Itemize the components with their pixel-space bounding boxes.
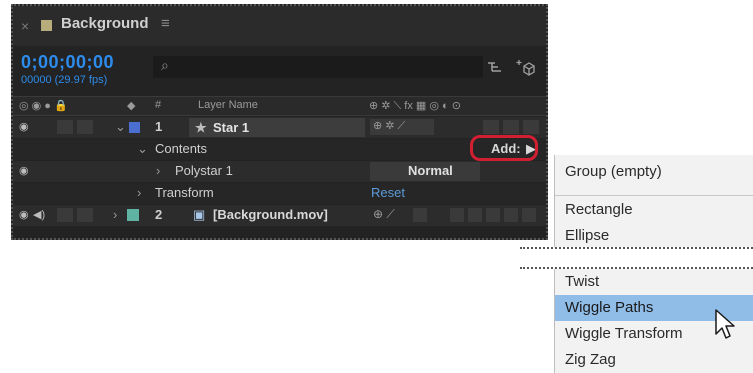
blend-mode-value: Normal (408, 163, 453, 178)
add-button-callout (470, 135, 538, 161)
menu-omission-break (520, 247, 753, 269)
lock-switch[interactable] (77, 208, 93, 222)
frame-count-display: 00000 (29.97 fps) (21, 74, 108, 86)
layer-name-column-header[interactable]: Layer Name (198, 99, 258, 111)
layer-name-field[interactable]: ★ Star 1 (189, 118, 365, 137)
footage-icon: ▣ (193, 207, 206, 222)
expand-chevron-icon[interactable]: ⌄ (137, 141, 148, 157)
menu-item-zig-zag[interactable]: Zig Zag (555, 347, 753, 373)
reset-link[interactable]: Reset (371, 185, 405, 200)
switches-header-icons[interactable]: ⊕ ✲ ⟍ fx ▦ ◎ ◐ ⊙ (369, 99, 461, 113)
switch-cell (413, 208, 427, 222)
layer-label-color[interactable] (127, 209, 139, 221)
layer-name-text[interactable]: [Background.mov] (213, 207, 328, 222)
menu-item-twist[interactable]: Twist (555, 269, 753, 295)
layer-row-background[interactable]: ◉ ◀) › 2 ▣ [Background.mov] ⊕ ⟋ (13, 205, 546, 226)
polystar-label: Polystar 1 (175, 163, 233, 178)
blend-mode-select[interactable]: Normal (370, 162, 480, 181)
panel-menu-icon[interactable]: ≡ (161, 15, 170, 32)
search-icon: ⌕ (161, 57, 169, 73)
audio-speaker-icon[interactable]: ◀) (33, 208, 45, 221)
panel-tab-bar: × Background ≡ (13, 6, 546, 46)
solo-switch[interactable] (77, 120, 93, 134)
layer-name-text: Star 1 (213, 120, 250, 135)
switches-box[interactable]: ⊕ ✲ ⟋ (370, 119, 434, 135)
switch-cell (450, 208, 464, 222)
expand-chevron-icon[interactable]: ⌄ (115, 119, 126, 135)
timeline-panel: × Background ≡ 0;00;00;00 00000 (29.97 f… (11, 4, 548, 240)
current-time-display[interactable]: 0;00;00;00 (21, 52, 114, 73)
menu-item-ellipse[interactable]: Ellipse (555, 223, 753, 249)
switch-cell (503, 120, 519, 134)
transform-label: Transform (155, 185, 214, 200)
draft-3d-icon[interactable] (515, 58, 535, 78)
expand-chevron-icon[interactable]: › (113, 207, 117, 222)
expand-chevron-icon[interactable]: › (156, 163, 160, 178)
visibility-eye-icon[interactable]: ◉ (19, 208, 29, 221)
shy-switch-icon[interactable]: ⊕ ⟋ (373, 207, 395, 222)
menu-separator (555, 195, 753, 196)
visibility-eye-icon[interactable]: ◉ (19, 164, 29, 177)
layer-row-star-1[interactable]: ◉ ⌄ 1 ★ Star 1 ⊕ ✲ ⟋ (13, 117, 546, 138)
polystar-row[interactable]: ◉ › Polystar 1 Normal (13, 161, 546, 182)
menu-item-rectangle[interactable]: Rectangle (555, 197, 753, 223)
comp-flowchart-icon[interactable] (487, 60, 503, 74)
layer-label-color[interactable] (129, 122, 140, 133)
expand-chevron-icon[interactable]: › (137, 185, 141, 200)
close-tab-icon[interactable]: × (21, 18, 29, 34)
switch-cell (523, 120, 539, 134)
shy-switch-icon[interactable]: ⊕ ✲ ⟋ (373, 119, 405, 133)
shape-layer-star-icon: ★ (195, 120, 207, 135)
label-header-icon[interactable]: ◆ (127, 99, 135, 112)
number-column-header[interactable]: # (155, 99, 161, 111)
layer-number: 1 (155, 119, 163, 134)
switch-cell (486, 208, 500, 222)
contents-label: Contents (155, 141, 208, 156)
time-controls: 0;00;00;00 00000 (29.97 fps) ⌕ (13, 46, 546, 92)
menu-item-group-empty[interactable]: Group (empty) (555, 159, 753, 185)
layer-number: 2 (155, 207, 163, 222)
visibility-eye-icon[interactable]: ◉ (19, 120, 29, 133)
composition-tab-title[interactable]: Background (61, 15, 149, 32)
switch-cell (468, 208, 482, 222)
audio-switch[interactable] (57, 120, 73, 134)
switch-cell (504, 208, 518, 222)
layer-column-header: ◎ ◉ ● 🔒 ◆ # Layer Name ⊕ ✲ ⟍ fx ▦ ◎ ◐ ⊙ (13, 96, 546, 116)
comp-color-swatch (41, 20, 52, 31)
switch-cell (483, 120, 499, 134)
contents-row[interactable]: ⌄ Contents Add: ▶ (13, 139, 546, 160)
mouse-pointer-icon (715, 309, 735, 339)
switch-cell (522, 208, 536, 222)
transform-row[interactable]: › Transform Reset (13, 183, 546, 204)
solo-switch[interactable] (57, 208, 73, 222)
layer-search-input[interactable]: ⌕ (153, 56, 483, 78)
av-features-header-icon[interactable]: ◎ ◉ ● 🔒 (19, 99, 68, 112)
